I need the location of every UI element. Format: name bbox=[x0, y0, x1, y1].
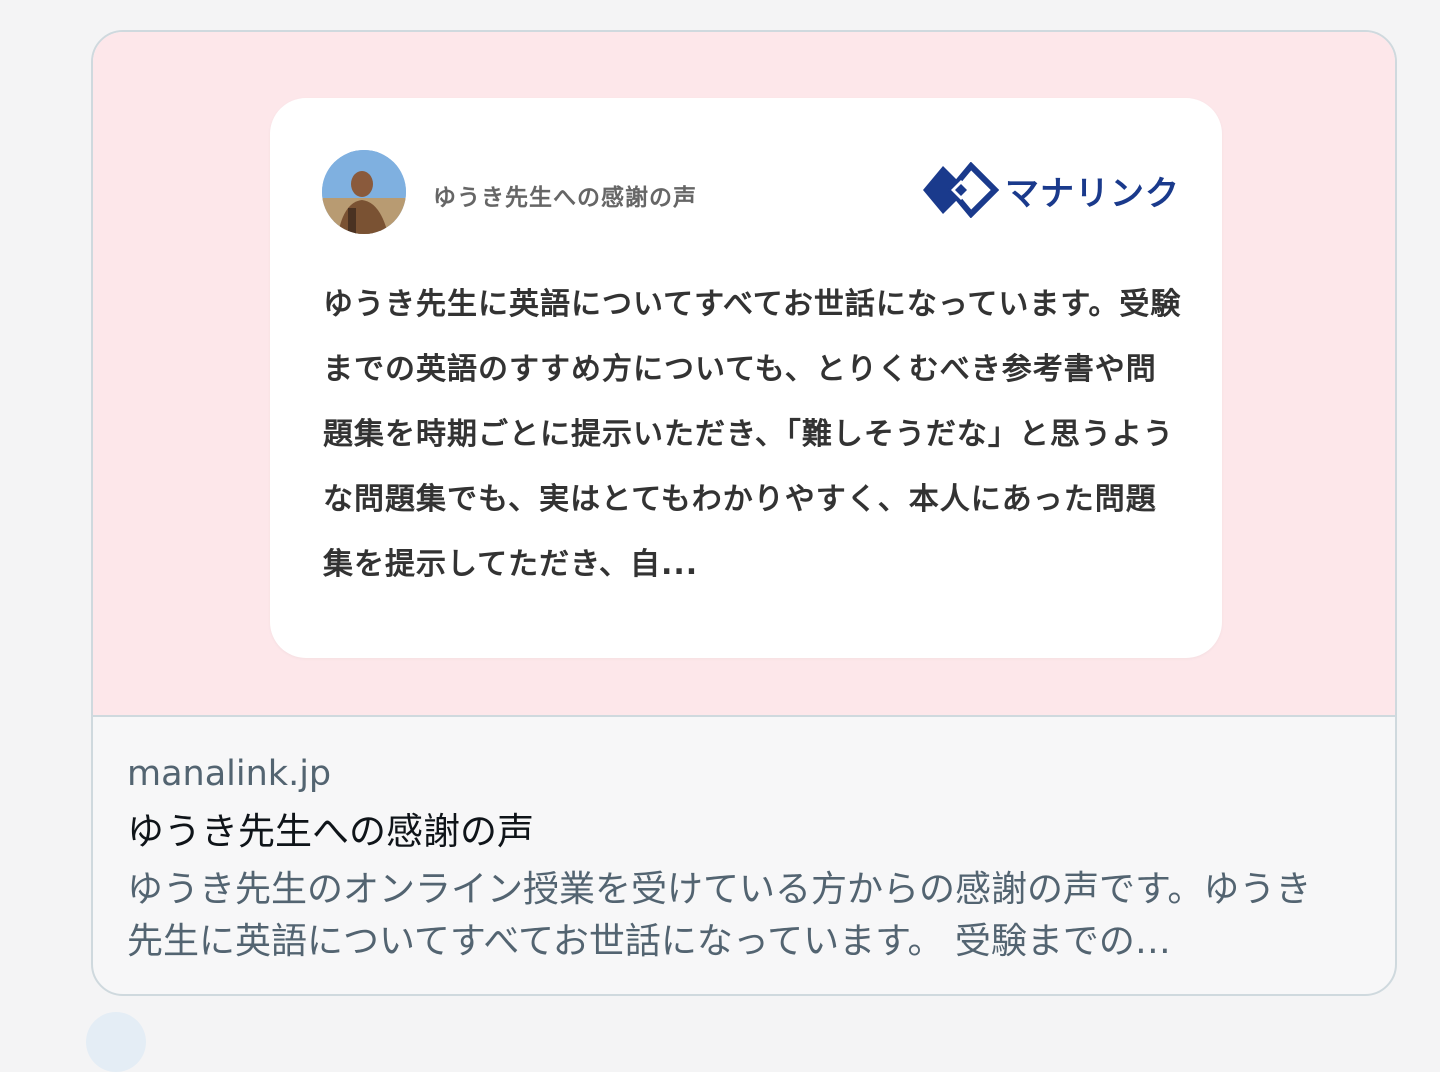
link-description: ゆうき先生のオンライン授業を受けている方からの感謝の声です。ゆうき先生に英語につ… bbox=[127, 869, 1312, 962]
link-meta: manalink.jp ゆうき先生への感謝の声 ゆうき先生のオンライン授業を受け… bbox=[127, 752, 1347, 968]
manalink-logo-icon bbox=[923, 162, 999, 218]
testimonial-card: ゆうき先生への感謝の声 マナリンク ゆうき先生に英語についてすべてお世話になって… bbox=[270, 98, 1222, 658]
brand-name: マナリンク bbox=[1005, 173, 1180, 214]
teacher-avatar bbox=[322, 150, 406, 234]
link-domain: manalink.jp bbox=[127, 754, 332, 794]
next-item-avatar bbox=[86, 1012, 146, 1072]
link-preview-card[interactable]: ゆうき先生への感謝の声 マナリンク ゆうき先生に英語についてすべてお世話になって… bbox=[91, 30, 1397, 996]
preview-header-title: ゆうき先生への感謝の声 bbox=[433, 185, 697, 211]
preview-image[interactable]: ゆうき先生への感謝の声 マナリンク ゆうき先生に英語についてすべてお世話になって… bbox=[93, 32, 1395, 717]
person-photo-icon bbox=[322, 150, 406, 234]
testimonial-text: ゆうき先生に英語についてすべてお世話になっています。受験までの英語のすすめ方につ… bbox=[323, 287, 1182, 582]
link-title: ゆうき先生への感謝の声 bbox=[127, 810, 534, 853]
brand-logo: マナリンク bbox=[923, 160, 1180, 220]
